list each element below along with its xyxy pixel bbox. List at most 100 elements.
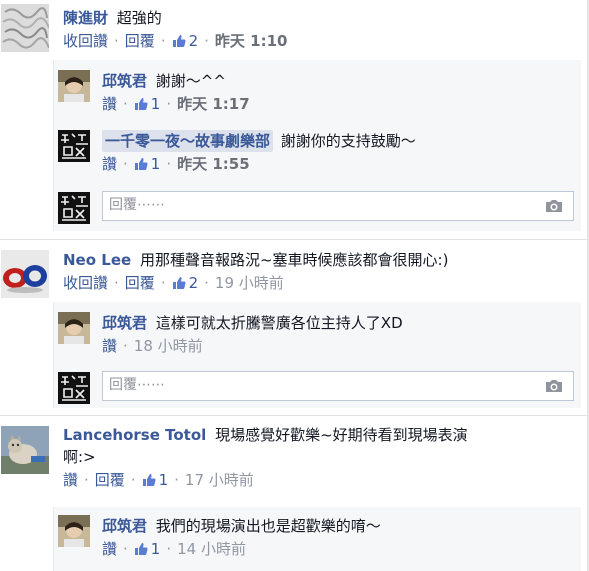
like-link[interactable]: 讚	[102, 155, 117, 173]
avatar-image	[58, 312, 90, 344]
avatar[interactable]	[1, 250, 49, 298]
reply-body: 一千零一夜～故事劇樂部 謝謝你的支持鼓勵～ 讚 · 1 · 昨天 1:55	[102, 130, 574, 175]
comment-actions: 收回讚 · 回覆 · 2 · 昨天 1:10	[63, 30, 581, 52]
comment-actions: 讚 · 回覆 · 1 · 17 小時前	[63, 469, 581, 491]
reply-input-box[interactable]	[102, 191, 574, 221]
avatar-image	[58, 70, 90, 102]
like-link[interactable]: 讚	[63, 471, 78, 489]
separator-dot: ·	[123, 155, 128, 173]
separator-dot: ·	[166, 540, 172, 558]
reply-actions: 讚 · 1 · 昨天 1:55	[102, 153, 574, 175]
like-count-value: 1	[150, 155, 161, 173]
timestamp[interactable]: 18 小時前	[134, 337, 203, 355]
reply-text: 我們的現場演出也是超歡樂的唷～	[155, 517, 381, 535]
comments-panel: 陳進財 超強的 收回讚 · 回覆 · 2 · 昨天 1:10 邱筑君 謝謝～^^…	[0, 0, 589, 571]
reply-actions: 讚 · 1 · 14 小時前	[102, 538, 574, 560]
thumbs-up-icon	[134, 158, 148, 170]
reply-body: 邱筑君 這樣可就太折騰警廣各位主持人了XD 讚 · 18 小時前	[102, 312, 574, 357]
like-count-value: 1	[158, 471, 169, 489]
comment-body: Neo Lee 用那種聲音報路況~塞車時候應該都會很開心:) 收回讚 · 回覆 · 2 ·…	[63, 249, 581, 294]
comment-text-continued: 啊:>	[63, 446, 581, 468]
reply-author[interactable]: 邱筑君	[102, 72, 147, 90]
avatar-image	[1, 250, 49, 298]
thumbs-up-icon	[134, 543, 148, 555]
reply-link[interactable]: 回覆	[95, 471, 125, 489]
avatar	[58, 372, 90, 404]
separator-dot: ·	[166, 155, 172, 173]
reply-author[interactable]: 邱筑君	[102, 517, 147, 535]
comment-body: Lancehorse Totol 現場感覺好歡樂~好期待看到現場表演 啊:> 讚…	[63, 424, 581, 491]
divider	[0, 239, 589, 240]
reply-list: 邱筑君 這樣可就太折騰警廣各位主持人了XD 讚 · 18 小時前	[53, 302, 581, 408]
avatar[interactable]	[1, 4, 49, 52]
like-count[interactable]: 1	[134, 155, 161, 173]
avatar[interactable]	[58, 130, 90, 162]
like-count-value: 1	[150, 540, 161, 558]
camera-icon[interactable]	[544, 198, 564, 214]
separator-dot: ·	[130, 471, 136, 489]
like-count[interactable]: 2	[172, 32, 199, 50]
camera-icon[interactable]	[544, 378, 564, 394]
reply-text: 謝謝～^^	[155, 72, 226, 90]
separator-dot: ·	[114, 32, 119, 50]
timestamp[interactable]: 昨天 1:10	[215, 32, 288, 50]
separator-dot: ·	[166, 95, 172, 113]
reply-input[interactable]	[109, 377, 509, 393]
timestamp[interactable]: 昨天 1:55	[177, 155, 250, 173]
page-logo-image	[58, 192, 90, 224]
separator-dot: ·	[160, 32, 166, 50]
reply-author[interactable]: 一千零一夜～故事劇樂部	[102, 130, 274, 152]
separator-dot: ·	[123, 95, 128, 113]
reply-list: 邱筑君 謝謝～^^ 讚 · 1 · 昨天 1:17 一千零一夜～故事劇樂部 謝謝…	[53, 60, 581, 231]
page-logo-image	[58, 130, 90, 162]
avatar[interactable]	[58, 515, 90, 547]
comment-text: 超強的	[116, 9, 162, 27]
like-link[interactable]: 讚	[102, 540, 117, 558]
like-count[interactable]: 2	[172, 274, 199, 292]
avatar	[58, 192, 90, 224]
reply-actions: 讚 · 18 小時前	[102, 335, 574, 357]
separator-dot: ·	[123, 337, 128, 355]
comment-author[interactable]: Neo Lee	[63, 251, 131, 269]
comment-actions: 收回讚 · 回覆 · 2 · 19 小時前	[63, 272, 581, 294]
separator-dot: ·	[174, 471, 179, 489]
reply-input-box[interactable]	[102, 371, 574, 401]
avatar[interactable]	[58, 312, 90, 344]
comment-text: 啊:>	[63, 448, 96, 466]
like-count[interactable]: 1	[142, 471, 169, 489]
like-count-value: 2	[188, 32, 199, 50]
like-count-value: 1	[150, 95, 161, 113]
separator-dot: ·	[204, 32, 209, 50]
comment-body: 陳進財 超強的 收回讚 · 回覆 · 2 · 昨天 1:10	[63, 7, 581, 52]
avatar[interactable]	[1, 426, 49, 474]
like-link[interactable]: 讚	[102, 337, 117, 355]
timestamp[interactable]: 昨天 1:17	[177, 95, 250, 113]
timestamp[interactable]: 17 小時前	[185, 471, 254, 489]
separator-dot: ·	[204, 274, 209, 292]
thumbs-up-icon	[134, 98, 148, 110]
reply-author[interactable]: 邱筑君	[102, 314, 147, 332]
timestamp[interactable]: 14 小時前	[177, 540, 246, 558]
reply-body: 邱筑君 我們的現場演出也是超歡樂的唷～ 讚 · 1 · 14 小時前	[102, 515, 574, 560]
reply-text: 這樣可就太折騰警廣各位主持人了XD	[155, 314, 403, 332]
comment-author[interactable]: 陳進財	[63, 9, 108, 27]
avatar-image	[1, 4, 49, 52]
reply-link[interactable]: 回覆	[125, 274, 155, 292]
like-count-value: 2	[188, 274, 199, 292]
like-count[interactable]: 1	[134, 95, 161, 113]
unlike-link[interactable]: 讚	[102, 95, 117, 113]
reply-text: 謝謝你的支持鼓勵～	[280, 132, 416, 150]
avatar-image	[1, 426, 49, 474]
separator-dot: ·	[114, 274, 119, 292]
page-logo-image	[58, 372, 90, 404]
comment-text: 現場感覺好歡樂~好期待看到現場表演	[215, 426, 468, 444]
unlike-link[interactable]: 收回讚	[63, 274, 108, 292]
unlike-link[interactable]: 收回讚	[63, 32, 108, 50]
like-count[interactable]: 1	[134, 540, 161, 558]
reply-link[interactable]: 回覆	[125, 32, 155, 50]
avatar[interactable]	[58, 70, 90, 102]
comment-author[interactable]: Lancehorse Totol	[63, 426, 206, 444]
timestamp[interactable]: 19 小時前	[215, 274, 284, 292]
reply-list: 邱筑君 我們的現場演出也是超歡樂的唷～ 讚 · 1 · 14 小時前	[53, 507, 581, 571]
reply-input[interactable]	[109, 197, 509, 213]
